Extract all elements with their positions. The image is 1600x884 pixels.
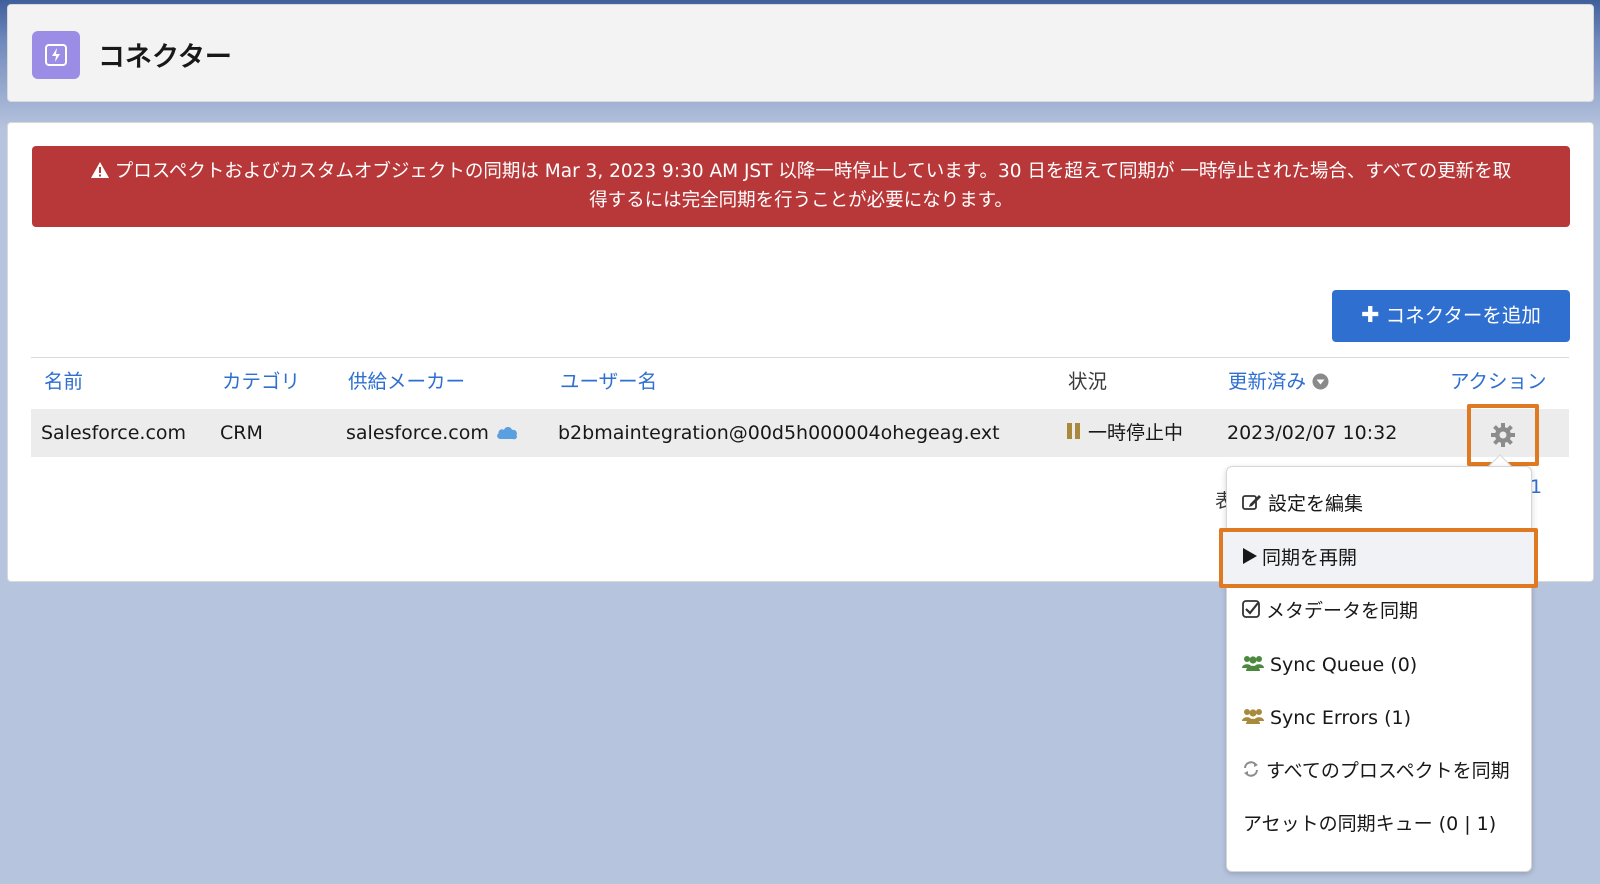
salesforce-cloud-icon	[495, 421, 519, 447]
cell-username: b2bmaintegration@00d5h000004ohegeag.ext	[558, 422, 1000, 444]
connector-app-icon	[32, 31, 80, 79]
column-header-updated[interactable]: 更新済み	[1228, 368, 1329, 396]
play-icon	[1242, 545, 1258, 573]
menu-item-label: Sync Errors (1)	[1270, 707, 1411, 729]
column-header-vendor[interactable]: 供給メーカー	[348, 368, 465, 396]
users-icon	[1242, 705, 1264, 733]
refresh-icon	[1242, 758, 1260, 786]
menu-item-label: すべてのプロスペクトを同期	[1266, 760, 1510, 782]
vendor-label: salesforce.com	[346, 422, 489, 444]
menu-item-label: アセットの同期キュー (0 | 1)	[1243, 813, 1497, 835]
menu-item-label: 同期を再開	[1262, 547, 1358, 569]
status-label: 一時停止中	[1088, 422, 1184, 444]
alert-text-2: 得するには完全同期を行うことが必要になります。	[589, 190, 1013, 211]
menu-item-label: 設定を編集	[1268, 493, 1364, 515]
table-divider	[31, 357, 1569, 358]
menu-item-sync-metadata[interactable]: メタデータを同期	[1242, 597, 1418, 626]
cell-category: CRM	[220, 422, 263, 444]
column-header-username[interactable]: ユーザー名	[560, 368, 657, 396]
alert-text-1: プロスペクトおよびカスタムオブジェクトの同期は Mar 3, 2023 9:30…	[114, 161, 1512, 182]
column-header-status: 状況	[1068, 370, 1108, 393]
menu-item-label: メタデータを同期	[1266, 600, 1419, 622]
page-title: コネクター	[98, 42, 232, 73]
add-connector-button[interactable]: ✚ コネクターを追加	[1332, 290, 1570, 342]
menu-item-edit-settings[interactable]: 設定を編集	[1242, 490, 1363, 519]
cell-status: 一時停止中	[1066, 420, 1183, 447]
alert-line-1: プロスペクトおよびカスタムオブジェクトの同期は Mar 3, 2023 9:30…	[62, 157, 1540, 186]
column-header-name[interactable]: 名前	[44, 368, 83, 396]
add-connector-label: コネクターを追加	[1385, 304, 1541, 327]
menu-item-sync-queue[interactable]: Sync Queue (0)	[1242, 651, 1417, 680]
plus-icon: ✚	[1361, 303, 1380, 328]
edit-icon	[1242, 491, 1262, 519]
menu-item-sync-errors[interactable]: Sync Errors (1)	[1242, 704, 1411, 733]
menu-item-resume-sync[interactable]: 同期を再開	[1242, 544, 1357, 573]
warning-icon	[90, 157, 109, 186]
column-header-updated-label: 更新済み	[1228, 370, 1307, 393]
menu-item-asset-sync-queue[interactable]: アセットの同期キュー (0 | 1)	[1243, 810, 1496, 838]
cell-vendor: salesforce.com	[346, 420, 519, 447]
page-header: コネクター	[7, 4, 1594, 102]
column-header-actions: アクション	[1450, 370, 1547, 393]
column-header-category[interactable]: カテゴリ	[222, 368, 300, 396]
cell-updated: 2023/02/07 10:32	[1227, 422, 1398, 444]
checkbox-icon	[1242, 598, 1260, 626]
cell-name: Salesforce.com	[41, 422, 187, 444]
sync-paused-alert: プロスペクトおよびカスタムオブジェクトの同期は Mar 3, 2023 9:30…	[32, 146, 1570, 227]
menu-item-sync-all-prospects[interactable]: すべてのプロスペクトを同期	[1242, 757, 1510, 786]
menu-item-label: Sync Queue (0)	[1270, 654, 1418, 676]
users-icon	[1242, 652, 1264, 680]
sort-desc-icon	[1312, 370, 1329, 393]
pause-icon	[1066, 421, 1082, 447]
